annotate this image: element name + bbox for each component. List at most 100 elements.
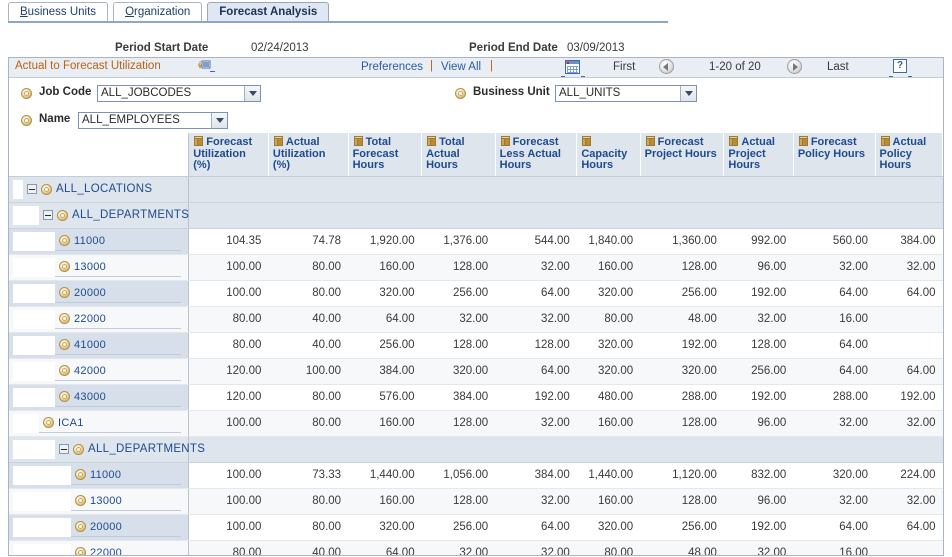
last-link[interactable]: Last <box>827 61 849 73</box>
tree-node-label[interactable]: 11000 <box>74 235 105 247</box>
forecast-table-container[interactable]: Forecast Utilization (%) Actual Utilizat… <box>9 133 943 555</box>
col-forecast-policy-hours[interactable]: Forecast Policy Hours <box>793 133 876 177</box>
tree-cell[interactable]: ICA1 <box>9 410 190 437</box>
col-capacity-hours[interactable]: Capacity Hours <box>576 133 641 177</box>
tree-cell[interactable]: 20000 <box>9 280 190 307</box>
table-row[interactable]: 42000 120.00 100.00 384.00 320.00 64.00 320.00… <box>9 358 943 385</box>
tree-cell[interactable]: 20000 <box>9 514 190 541</box>
tree-node-icon[interactable] <box>59 365 70 376</box>
tree-node-label[interactable]: 13000 <box>90 495 122 507</box>
tree-cell[interactable]: ALL_LOCATIONS <box>9 176 190 203</box>
next-page-button[interactable] <box>787 59 802 74</box>
col-total-actual-hours[interactable]: Total Actual Hours <box>421 133 496 177</box>
collapse-expander-icon[interactable] <box>27 184 37 194</box>
job-code-radio[interactable] <box>21 88 32 99</box>
tree-cell[interactable]: 43000 <box>9 384 190 411</box>
tree-node[interactable]: 22000 <box>71 544 181 556</box>
tree-node-icon[interactable] <box>59 339 70 350</box>
tree-node-icon[interactable] <box>75 469 86 480</box>
col-forecast-utilization[interactable]: Forecast Utilization (%) <box>188 133 269 177</box>
tree-node[interactable]: 20000 <box>71 518 182 537</box>
collapse-expander-icon[interactable] <box>43 210 53 220</box>
tree-node-label[interactable]: 43000 <box>74 391 106 403</box>
tree-node-label[interactable]: 20000 <box>90 521 122 533</box>
help-icon[interactable]: ? <box>893 59 907 73</box>
tree-node[interactable]: 13000 <box>71 492 182 511</box>
view-all-link[interactable]: View All <box>441 61 481 73</box>
tree-node-label[interactable]: 13000 <box>74 261 106 273</box>
tree-node[interactable]: ICA1 <box>39 414 182 433</box>
tree-node-icon[interactable] <box>41 183 52 195</box>
tree-node-label[interactable]: ALL_DEPARTMENTS <box>88 443 205 455</box>
col-actual-project-hours[interactable]: Actual Project Hours <box>723 133 794 177</box>
business-unit-select[interactable]: ALL_UNITS <box>555 85 697 102</box>
download-grid-icon[interactable] <box>565 60 580 74</box>
table-row[interactable]: 20000 100.00 80.00 320.00 256.00 64.00 320.00 2… <box>9 514 943 541</box>
job-code-chevron-down-icon[interactable] <box>244 86 260 101</box>
tree-cell[interactable]: 42000 <box>9 358 190 385</box>
tree-node-icon[interactable] <box>43 417 54 428</box>
table-row[interactable]: ALL_DEPARTMENTS <box>9 202 943 229</box>
tree-node-label[interactable]: 41000 <box>74 339 106 351</box>
table-row[interactable]: 13000 100.00 80.00 160.00 128.00 32.00 160.00 1… <box>9 488 943 515</box>
col-actual-utilization[interactable]: Actual Utilization (%) <box>268 133 349 177</box>
previous-page-button[interactable] <box>659 59 674 74</box>
name-select[interactable]: ALL_EMPLOYEES <box>78 112 228 129</box>
name-radio[interactable] <box>21 115 32 126</box>
col-actual-policy-hours[interactable]: Actual Policy Hours <box>875 133 943 177</box>
tree-node-icon[interactable] <box>75 547 86 555</box>
tab-organization[interactable]: Organization <box>113 2 203 22</box>
table-row[interactable]: 22000 80.00 40.00 64.00 32.00 32.00 80.00 48.00… <box>9 540 943 555</box>
table-row[interactable]: ALL_DEPARTMENTS <box>9 436 943 463</box>
tree-cell[interactable]: 11000 <box>9 228 190 255</box>
tree-node-label[interactable]: 22000 <box>90 547 122 556</box>
tree-cell[interactable]: 41000 <box>9 332 190 359</box>
table-row[interactable]: 13000 100.00 80.00 160.00 128.00 32.00 160.00 1… <box>9 254 943 281</box>
tree-node[interactable]: ALL_LOCATIONS <box>23 180 181 199</box>
tree-node-label[interactable]: 11000 <box>90 469 121 481</box>
tree-node-icon[interactable] <box>73 443 84 455</box>
tree-node-label[interactable]: ICA1 <box>58 417 84 429</box>
table-row[interactable]: 11000 100.00 73.33 1,440.00 1,056.00 384.00 1,… <box>9 462 943 489</box>
tree-node[interactable]: 42000 <box>55 362 182 381</box>
tree-cell[interactable]: 13000 <box>9 254 190 281</box>
col-forecast-project-hours[interactable]: Forecast Project Hours <box>640 133 725 177</box>
table-row[interactable]: 20000 100.00 80.00 320.00 256.00 64.00 320.00 2… <box>9 280 943 307</box>
col-forecast-less-actual-hours[interactable]: Forecast Less Actual Hours <box>495 133 578 177</box>
tree-node[interactable]: ALL_DEPARTMENTS <box>55 440 205 459</box>
tab-forecast-analysis[interactable]: Forecast Analysis <box>207 2 330 22</box>
table-row[interactable]: 43000 120.00 80.00 576.00 384.00 192.00 480.00… <box>9 384 943 411</box>
tree-cell[interactable]: ALL_DEPARTMENTS <box>9 436 205 463</box>
first-link[interactable]: First <box>613 61 635 73</box>
personalize-icon[interactable] <box>197 60 215 73</box>
preferences-link[interactable]: Preferences <box>361 61 423 73</box>
tree-node[interactable]: 20000 <box>55 284 182 303</box>
table-row[interactable]: 41000 80.00 40.00 256.00 128.00 128.00 320.00 1… <box>9 332 943 359</box>
tree-cell[interactable]: ALL_DEPARTMENTS <box>9 202 190 229</box>
business-unit-chevron-down-icon[interactable] <box>680 86 696 101</box>
tree-node-icon[interactable] <box>59 391 70 402</box>
name-chevron-down-icon[interactable] <box>211 113 227 128</box>
tree-node[interactable]: 43000 <box>55 388 182 407</box>
tree-node[interactable]: 11000 <box>71 466 182 485</box>
tree-node-icon[interactable] <box>75 521 86 532</box>
tree-cell[interactable]: 22000 <box>9 540 190 556</box>
tree-cell[interactable]: 11000 <box>9 462 190 489</box>
tree-cell[interactable]: 13000 <box>9 488 190 515</box>
tree-node[interactable]: ALL_DEPARTMENTS <box>39 206 189 225</box>
tree-node-icon[interactable] <box>59 235 70 246</box>
tree-node-icon[interactable] <box>59 287 70 298</box>
col-total-forecast-hours[interactable]: Total Forecast Hours <box>348 133 423 177</box>
table-row[interactable]: 11000 104.35 74.78 1,920.00 1,376.00 544.00 1,… <box>9 228 943 255</box>
table-row[interactable]: ICA1 100.00 80.00 160.00 128.00 32.00 160.00 12… <box>9 410 943 437</box>
tree-node-label[interactable]: 22000 <box>74 313 106 325</box>
tree-node-icon[interactable] <box>57 209 68 221</box>
business-unit-radio[interactable] <box>455 88 466 99</box>
tree-node-icon[interactable] <box>75 495 86 506</box>
table-row[interactable]: 22000 80.00 40.00 64.00 32.00 32.00 80.00 48.00… <box>9 306 943 333</box>
tree-node-label[interactable]: ALL_LOCATIONS <box>56 183 152 195</box>
tree-node-label[interactable]: ALL_DEPARTMENTS <box>72 209 189 221</box>
tree-node-icon[interactable] <box>59 261 70 272</box>
tree-cell[interactable]: 22000 <box>9 306 190 333</box>
tree-node-label[interactable]: 20000 <box>74 287 106 299</box>
